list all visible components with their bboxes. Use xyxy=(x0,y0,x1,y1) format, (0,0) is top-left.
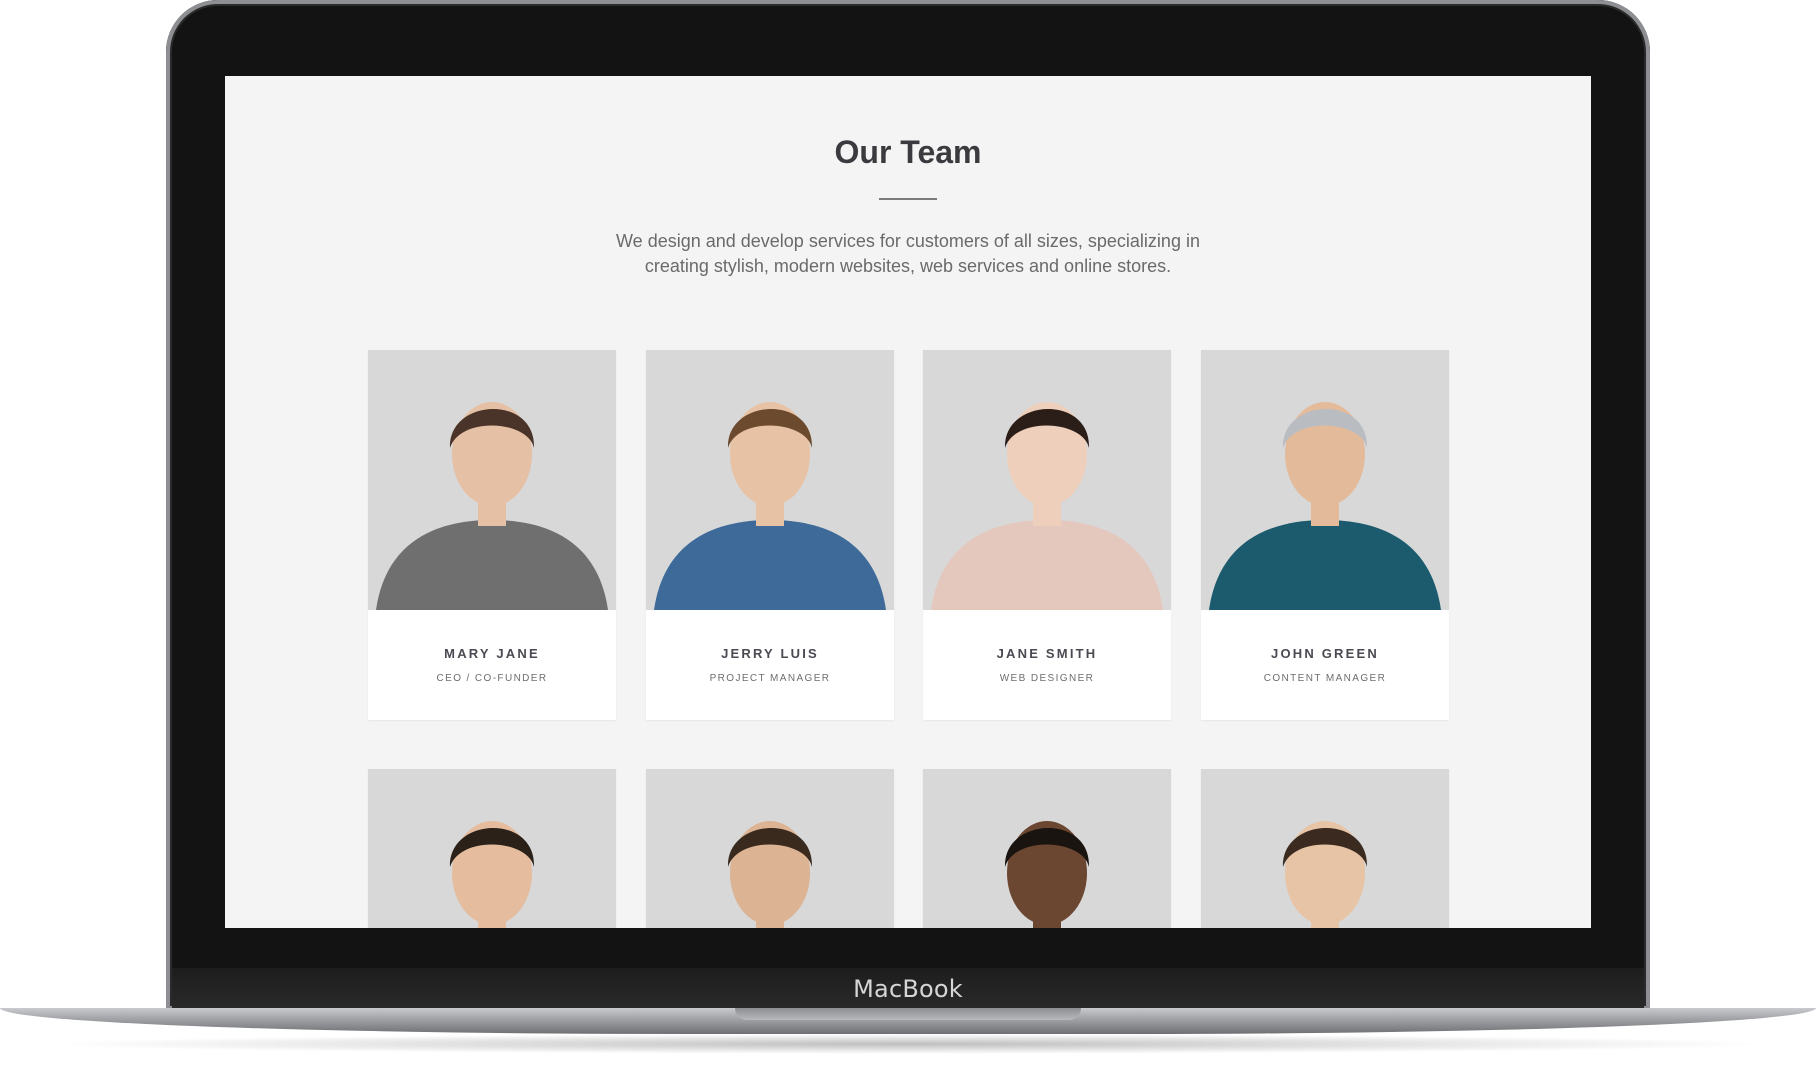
team-member-role: CONTENT MANAGER xyxy=(1263,673,1387,684)
title-divider xyxy=(879,198,937,200)
subtitle-line-2: creating stylish, modern websites, web s… xyxy=(644,256,1172,276)
portrait-shoulders xyxy=(654,520,886,610)
team-member-photo xyxy=(1201,350,1449,610)
team-member-name: JANE SMITH xyxy=(996,646,1098,661)
team-member-photo xyxy=(368,350,616,610)
team-member-photo xyxy=(368,769,616,928)
team-card[interactable] xyxy=(646,769,894,928)
section-title: Our Team xyxy=(834,134,982,170)
device-brand-label: MacBook xyxy=(853,975,963,1003)
team-member-name: JERRY LUIS xyxy=(721,646,819,661)
team-card[interactable]: MARY JANE CEO / CO-FUNDER xyxy=(368,350,616,720)
team-card[interactable]: JERRY LUIS PROJECT MANAGER xyxy=(646,350,894,720)
team-member-photo xyxy=(646,769,894,928)
team-member-photo xyxy=(923,350,1171,610)
team-card[interactable] xyxy=(368,769,616,928)
portrait-illustration xyxy=(449,821,535,928)
portrait-illustration xyxy=(1004,821,1090,928)
team-member-role: PROJECT MANAGER xyxy=(709,673,831,684)
team-card[interactable]: JANE SMITH WEB DESIGNER xyxy=(923,350,1171,720)
portrait-shoulders xyxy=(1209,520,1441,610)
team-member-photo xyxy=(646,350,894,610)
team-member-name: JOHN GREEN xyxy=(1271,646,1379,661)
portrait-illustration xyxy=(1209,402,1441,610)
portrait-illustration xyxy=(654,402,886,610)
section-subtitle: We design and develop services for custo… xyxy=(558,229,1258,279)
portrait-illustration xyxy=(1282,821,1368,928)
portrait-shoulders xyxy=(931,520,1163,610)
team-member-name: MARY JANE xyxy=(444,646,540,661)
portrait-illustration xyxy=(376,402,608,610)
subtitle-line-1: We design and develop services for custo… xyxy=(616,231,1200,251)
portrait-illustration xyxy=(931,402,1163,610)
portrait-shoulders xyxy=(376,520,608,610)
team-member-photo xyxy=(1201,769,1449,928)
laptop-notch xyxy=(735,1008,1081,1020)
team-member-role: WEB DESIGNER xyxy=(999,673,1095,684)
laptop-shadow xyxy=(40,1034,1776,1054)
portrait-illustration xyxy=(727,821,813,928)
team-card[interactable] xyxy=(1201,769,1449,928)
team-card[interactable]: JOHN GREEN CONTENT MANAGER xyxy=(1201,350,1449,720)
screen: Our Team We design and develop services … xyxy=(225,76,1591,928)
team-card[interactable] xyxy=(923,769,1171,928)
team-member-photo xyxy=(923,769,1171,928)
team-member-role: CEO / CO-FUNDER xyxy=(436,673,548,684)
